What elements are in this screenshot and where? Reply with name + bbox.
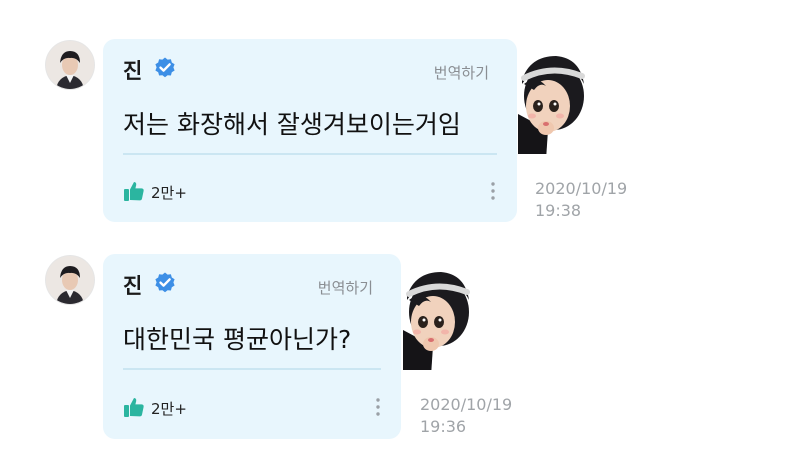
more-vertical-icon[interactable] — [488, 180, 498, 202]
like-count: 2만+ — [151, 184, 187, 202]
post-1: 진 번역하기 저는 화장해서 잘생겨보이는거임 2만+ 2020/10/19 1… — [0, 0, 800, 230]
timestamp: 2020/10/19 19:38 — [535, 179, 628, 220]
divider — [123, 153, 497, 155]
avatar[interactable] — [46, 41, 94, 89]
timestamp: 2020/10/19 19:36 — [420, 395, 513, 436]
translate-link[interactable]: 번역하기 — [434, 62, 489, 83]
avatar[interactable] — [46, 256, 94, 304]
like-count: 2만+ — [151, 400, 187, 418]
message-bubble: 진 번역하기 대한민국 평균아닌가? 2만+ — [103, 254, 401, 439]
verified-badge-icon — [155, 272, 175, 293]
post-2: 진 번역하기 대한민국 평균아닌가? 2만+ 2020/10/19 19:36 — [0, 230, 800, 452]
thumbs-up-icon[interactable] — [123, 396, 145, 418]
author-name[interactable]: 진 — [123, 55, 142, 85]
author-name[interactable]: 진 — [123, 270, 142, 300]
message-text: 대한민국 평균아닌가? — [123, 325, 352, 354]
more-vertical-icon[interactable] — [373, 396, 383, 418]
message-text: 저는 화장해서 잘생겨보이는거임 — [123, 110, 461, 139]
thumbs-up-icon[interactable] — [123, 180, 145, 202]
translate-link[interactable]: 번역하기 — [318, 277, 373, 298]
chibi-sticker — [403, 272, 470, 370]
chibi-sticker — [518, 56, 585, 154]
divider — [123, 368, 381, 370]
verified-badge-icon — [155, 57, 175, 78]
message-bubble: 진 번역하기 저는 화장해서 잘생겨보이는거임 2만+ — [103, 39, 517, 222]
